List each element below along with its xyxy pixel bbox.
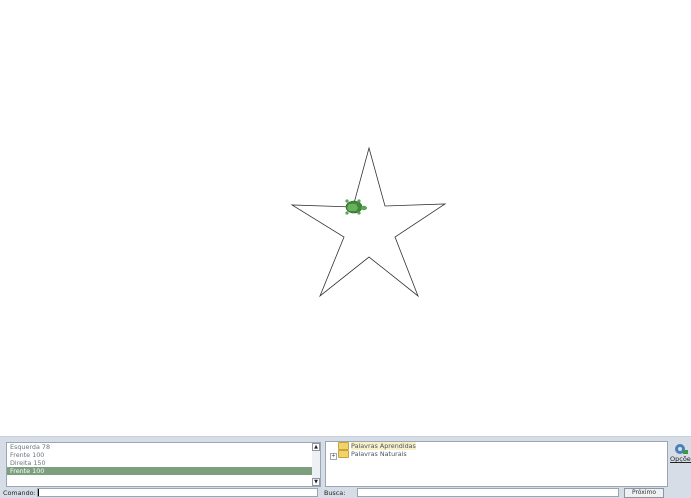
- command-history-list[interactable]: Esquerda 78 Frente 100 Direita 150 Frent…: [6, 442, 314, 487]
- options-icon: [675, 444, 688, 454]
- drawing-canvas: [0, 0, 691, 436]
- history-scrollbar[interactable]: ▲ ▼: [312, 442, 321, 487]
- folder-icon: [338, 450, 349, 458]
- turtle-drawing: [290, 146, 447, 298]
- history-item-selected[interactable]: Frente 100: [7, 467, 313, 475]
- history-item[interactable]: Frente 100: [7, 451, 313, 459]
- command-label: Comando:: [3, 489, 36, 497]
- turtle-icon: [345, 199, 367, 215]
- text-cursor: [38, 489, 39, 496]
- words-tree[interactable]: Palavras Aprendidas + Palavras Naturais: [325, 441, 668, 487]
- history-item[interactable]: Esquerda 78: [7, 443, 313, 451]
- folder-icon: [338, 442, 349, 450]
- command-input[interactable]: [37, 488, 318, 497]
- tree-item-natural-words[interactable]: Palavras Naturais: [338, 450, 407, 459]
- history-item[interactable]: Direita 150: [7, 459, 313, 467]
- search-input[interactable]: [357, 488, 619, 497]
- options-button[interactable]: Opções: [670, 443, 691, 471]
- star-drawing: [290, 146, 447, 298]
- expand-icon[interactable]: +: [330, 453, 337, 460]
- search-label: Busca:: [324, 489, 346, 497]
- options-label: Opções: [670, 455, 691, 463]
- command-panel: Esquerda 78 Frente 100 Direita 150 Frent…: [0, 436, 691, 498]
- scroll-down-icon[interactable]: ▼: [312, 478, 320, 486]
- scroll-up-icon[interactable]: ▲: [312, 443, 320, 451]
